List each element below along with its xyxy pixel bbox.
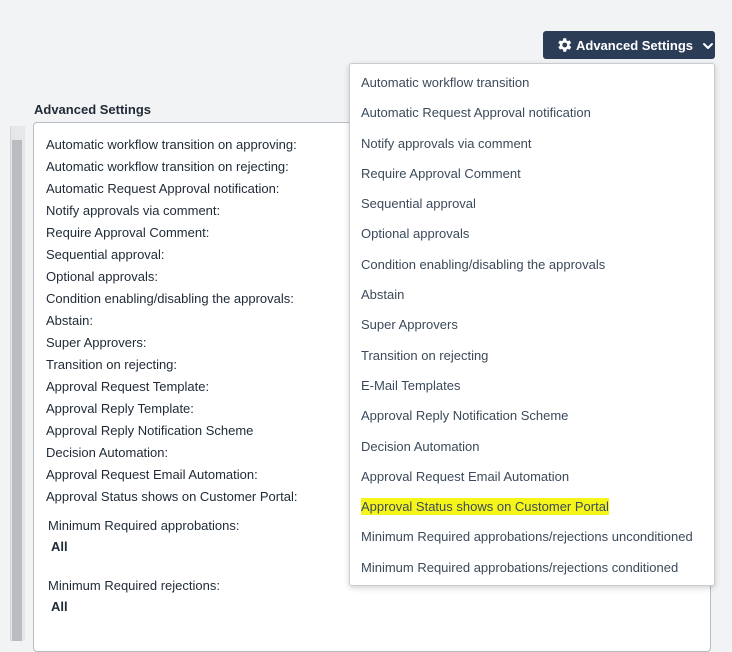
menu-item-label: Minimum Required approbations/rejections… (361, 559, 679, 575)
menu-item-e-mail-templates[interactable]: E-Mail Templates (350, 371, 714, 401)
menu-item-minimum-required-approbations-rejections-conditioned[interactable]: Minimum Required approbations/rejections… (350, 553, 714, 583)
menu-item-automatic-workflow-transition[interactable]: Automatic workflow transition (350, 68, 714, 98)
scrollbar-thumb[interactable] (12, 140, 22, 641)
setting-row-optional-approvals: Optional approvals: (46, 269, 159, 284)
setting-row-condition-enabling-disabling-the-approvals: Condition enabling/disabling the approva… (46, 291, 294, 306)
advanced-settings-button-label: Advanced Settings (576, 37, 694, 53)
minimum-approvals-block: Minimum Required approbations: All (48, 517, 239, 556)
minimum-approvals-value: All (51, 539, 68, 554)
menu-item-decision-automation[interactable]: Decision Automation (350, 432, 714, 462)
menu-item-super-approvers[interactable]: Super Approvers (350, 310, 714, 340)
minimum-approvals-label: Minimum Required approbations: (48, 518, 240, 533)
menu-item-label: Transition on rejecting (361, 347, 489, 363)
menu-item-label: Minimum Required approbations/rejections… (361, 529, 693, 545)
setting-row-approval-reply-notification-scheme: Approval Reply Notification Scheme (46, 423, 254, 438)
setting-row-abstain: Abstain: (46, 313, 93, 328)
gear-icon (555, 36, 573, 54)
menu-item-condition-enabling-disabling-the-approvals[interactable]: Condition enabling/disabling the approva… (350, 250, 714, 280)
menu-item-label: Notify approvals via comment (361, 135, 532, 151)
setting-row-approval-request-template: Approval Request Template: (46, 379, 210, 394)
menu-item-label: Automatic workflow transition (361, 75, 530, 90)
menu-item-sequential-approval[interactable]: Sequential approval (350, 189, 714, 219)
menu-item-label: Decision Automation (361, 438, 480, 454)
menu-item-optional-approvals[interactable]: Optional approvals (350, 219, 714, 249)
section-title: Advanced Settings (34, 102, 152, 117)
setting-row-approval-reply-template: Approval Reply Template: (46, 401, 194, 416)
chevron-down-icon (702, 39, 714, 51)
advanced-settings-button[interactable]: Advanced Settings (543, 31, 715, 59)
setting-row-require-approval-comment: Require Approval Comment: (46, 225, 210, 240)
minimum-rejections-label: Minimum Required rejections: (48, 578, 220, 593)
menu-item-label: Condition enabling/disabling the approva… (361, 256, 606, 272)
menu-item-minimum-required-approbations-rejections-unconditioned[interactable]: Minimum Required approbations/rejections… (350, 522, 714, 552)
menu-item-require-approval-comment[interactable]: Require Approval Comment (350, 159, 714, 189)
menu-item-label: E-Mail Templates (361, 377, 461, 393)
setting-row-decision-automation: Decision Automation: (46, 445, 169, 460)
menu-item-label: Approval Reply Notification Scheme (361, 408, 569, 424)
menu-item-label: Abstain (361, 287, 405, 303)
setting-row-super-approvers: Super Approvers: (46, 335, 147, 350)
menu-item-approval-request-email-automation[interactable]: Approval Request Email Automation (350, 462, 714, 492)
menu-item-approval-status-shows-on-customer-portal[interactable]: Approval Status shows on Customer Portal (350, 492, 714, 522)
setting-row-automatic-workflow-transition-on-approving: Automatic workflow transition on approvi… (46, 137, 297, 152)
settings-list: Automatic workflow transition on approvi… (46, 135, 297, 509)
menu-item-abstain[interactable]: Abstain (350, 280, 714, 310)
menu-item-label: Automatic Request Approval notification (361, 105, 591, 121)
minimum-rejections-value: All (51, 599, 68, 614)
menu-item-label: Sequential approval (361, 196, 476, 212)
setting-row-notify-approvals-via-comment: Notify approvals via comment: (46, 203, 221, 218)
menu-item-transition-on-rejecting[interactable]: Transition on rejecting (350, 341, 714, 371)
setting-row-transition-on-rejecting: Transition on rejecting: (46, 357, 178, 372)
setting-row-sequential-approval: Sequential approval: (46, 247, 165, 262)
advanced-settings-dropdown: Automatic workflow transition Automatic R… (349, 63, 715, 586)
setting-row-automatic-request-approval-notification: Automatic Request Approval notification: (46, 181, 280, 196)
setting-row-automatic-workflow-transition-on-rejecting: Automatic workflow transition on rejecti… (46, 159, 289, 174)
menu-item-label: Require Approval Comment (361, 165, 521, 181)
menu-item-label: Approval Request Email Automation (361, 468, 570, 484)
setting-row-approval-request-email-automation: Approval Request Email Automation: (46, 467, 258, 482)
menu-item-notify-approvals-via-comment[interactable]: Notify approvals via comment (350, 129, 714, 159)
menu-item-label: Optional approvals (361, 226, 470, 242)
dropdown-menu: Automatic workflow transition Automatic R… (350, 64, 714, 583)
menu-item-approval-reply-notification-scheme[interactable]: Approval Reply Notification Scheme (350, 401, 714, 431)
menu-item-automatic-request-approval-notification[interactable]: Automatic Request Approval notification (350, 98, 714, 128)
menu-item-label: Approval Status shows on Customer Portal (361, 498, 609, 516)
menu-item-label: Super Approvers (361, 317, 458, 333)
setting-row-approval-status-shows-on-customer-portal: Approval Status shows on Customer Portal… (46, 489, 298, 504)
minimum-rejections-block: Minimum Required rejections: All (48, 577, 220, 616)
